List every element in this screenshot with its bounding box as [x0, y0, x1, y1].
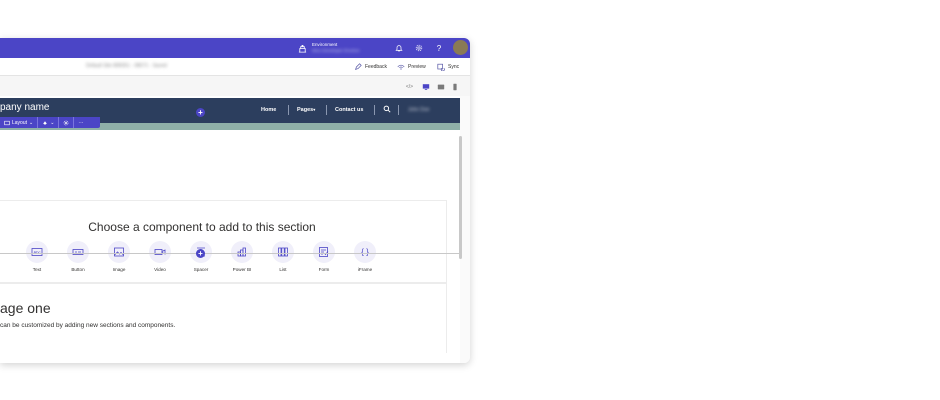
section-divider	[0, 253, 460, 254]
nav-item-contact[interactable]: Contact us	[335, 107, 363, 113]
environment-value: Woo Developer Envrion	[312, 48, 360, 53]
component-label: Video	[154, 267, 166, 272]
page-description[interactable]: can be customized by adding new sections…	[0, 322, 175, 329]
image-icon	[108, 241, 130, 263]
environment-selector[interactable]: Environment Woo Developer Envrion	[298, 41, 359, 55]
tablet-icon[interactable]	[436, 82, 445, 91]
component-label: iFrame	[357, 267, 373, 272]
sync-button[interactable]: Sync	[437, 62, 459, 72]
gear-icon	[64, 120, 69, 125]
component-picker: Choose a component to add to this sectio…	[0, 200, 447, 283]
bell-icon[interactable]	[393, 42, 405, 54]
design-studio-window: Environment Woo Developer Envrion ? Defa…	[0, 38, 470, 363]
component-image[interactable]: Image	[104, 241, 134, 272]
layout-label: Layout	[12, 119, 28, 126]
nav-separator	[288, 105, 289, 115]
page-canvas: pany name Home Pages▾ Contact us John Do…	[0, 96, 460, 363]
component-iframe[interactable]: { } iFrame	[350, 241, 380, 272]
nav-item-home[interactable]: Home	[261, 107, 276, 113]
content-section: age one can be customized by adding new …	[0, 283, 447, 353]
help-icon[interactable]: ?	[433, 42, 445, 54]
nav-separator	[398, 105, 399, 115]
avatar[interactable]	[453, 40, 468, 55]
component-power-bi[interactable]: Power BI	[227, 241, 257, 272]
paint-bucket-icon	[43, 120, 48, 125]
page-heading[interactable]: age one	[0, 300, 51, 316]
background-button[interactable]: ⌄	[37, 117, 58, 128]
layout-button[interactable]: Layout ⌄	[0, 117, 37, 128]
iframe-icon: { }	[354, 241, 376, 263]
nav-user-name[interactable]: John Doe	[408, 107, 429, 113]
more-icon: ···	[78, 119, 84, 126]
feedback-icon	[355, 63, 362, 70]
code-icon[interactable]: </>	[405, 82, 414, 91]
section-toolbar: Layout ⌄ ⌄ ···	[0, 117, 100, 128]
command-bar: Default Site 808351 - 08071 - Saved Feed…	[0, 58, 470, 76]
nav-item-pages[interactable]: Pages▾	[297, 107, 315, 113]
site-title: Default Site 808351 - 08071 - Saved	[86, 63, 167, 69]
button-icon	[67, 241, 89, 263]
component-button[interactable]: Button	[63, 241, 93, 272]
component-video[interactable]: Video	[145, 241, 175, 272]
gear-icon[interactable]	[413, 42, 425, 54]
video-icon	[149, 241, 171, 263]
company-name[interactable]: pany name	[0, 102, 49, 113]
nav-separator	[374, 105, 375, 115]
component-label: Image	[112, 267, 126, 272]
top-app-bar: Environment Woo Developer Envrion ?	[0, 38, 470, 58]
sync-icon	[437, 63, 445, 71]
scrollbar-thumb[interactable]	[459, 136, 462, 259]
preview-button[interactable]: Preview	[397, 62, 426, 72]
picker-title: Choose a component to add to this sectio…	[88, 220, 316, 234]
desktop-icon[interactable]	[421, 82, 430, 91]
component-label: Form	[318, 267, 330, 272]
form-icon	[313, 241, 335, 263]
feedback-label: Feedback	[365, 64, 387, 70]
environment-text: Environment Woo Developer Envrion	[312, 42, 359, 54]
more-options-button[interactable]: ···	[73, 117, 87, 128]
text-icon: Abc	[26, 241, 48, 263]
preview-icon	[397, 64, 405, 70]
component-form[interactable]: Form	[309, 241, 339, 272]
component-list[interactable]: List	[268, 241, 298, 272]
chevron-down-icon: ⌄	[29, 119, 34, 126]
component-label: Power BI	[232, 267, 252, 272]
sync-label: Sync	[448, 64, 460, 70]
list-icon	[272, 241, 294, 263]
nav-pages-label: Pages	[297, 107, 314, 113]
chevron-down-icon: ▾	[313, 107, 316, 112]
add-section-button[interactable]: +	[196, 249, 205, 258]
device-toolbar: </>	[0, 76, 470, 96]
feedback-button[interactable]: Feedback	[354, 62, 387, 72]
add-section-button[interactable]: +	[196, 108, 205, 117]
component-label: Spacer	[193, 267, 209, 272]
search-icon[interactable]	[383, 105, 391, 113]
mobile-icon[interactable]	[450, 82, 459, 91]
environment-icon	[298, 44, 307, 53]
section-settings-button[interactable]	[58, 117, 73, 128]
nav-separator	[326, 105, 327, 115]
preview-label: Preview	[408, 64, 426, 70]
component-label: Button	[71, 267, 85, 272]
component-label: Text	[32, 267, 42, 272]
component-label: List	[279, 267, 287, 272]
chevron-down-icon: ⌄	[50, 119, 55, 126]
component-text[interactable]: Abc Text	[22, 241, 52, 272]
powerbi-icon	[231, 241, 253, 263]
layout-icon	[4, 120, 10, 125]
